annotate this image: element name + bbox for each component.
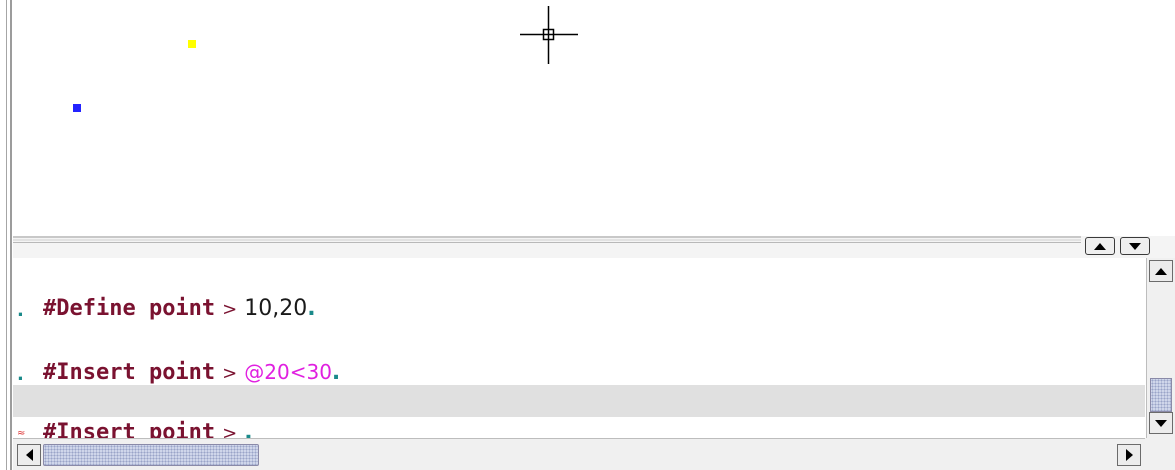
horizontal-scroll-thumb[interactable]	[43, 444, 259, 466]
scroll-down-button[interactable]	[1149, 412, 1173, 434]
command-splitter[interactable]	[13, 236, 1175, 258]
scroll-right-button[interactable]	[1117, 444, 1141, 466]
triangle-down-icon	[1129, 242, 1141, 250]
cursor-mark-icon: ≈	[17, 428, 26, 439]
vertical-scrollbar[interactable]	[1146, 258, 1175, 438]
command-prompt: #Insert point	[42, 360, 216, 385]
expand-history-button[interactable]	[1085, 237, 1115, 255]
blue-point[interactable]	[73, 104, 81, 112]
prompt-separator: >	[222, 299, 238, 320]
active-command-line[interactable]: #Insert point > .	[13, 385, 1145, 438]
vertical-scroll-thumb[interactable]	[1150, 378, 1172, 412]
horizontal-scrollbar[interactable]	[13, 438, 1145, 470]
scroll-left-button[interactable]	[17, 444, 41, 466]
crosshair-pickbox-icon	[520, 6, 578, 64]
arrow-up-icon	[1155, 267, 1167, 275]
edge-line	[10, 0, 12, 470]
drawing-canvas[interactable]	[13, 0, 1175, 236]
scroll-up-button[interactable]	[1149, 260, 1173, 282]
triangle-up-icon	[1094, 242, 1106, 250]
command-terminator: .	[307, 296, 316, 321]
command-prompt: #Define point	[42, 296, 216, 321]
command-line: #Insert point > @20<30.	[15, 324, 340, 385]
arrow-left-icon	[25, 449, 33, 461]
splitter-rule	[13, 242, 1081, 243]
splitter-rule	[13, 239, 1081, 241]
yellow-point[interactable]	[188, 40, 196, 48]
prompt-separator: >	[222, 423, 238, 438]
arrow-down-icon	[1155, 419, 1167, 427]
command-value: @20<30	[244, 360, 332, 384]
prompt-separator: >	[222, 363, 238, 384]
splitter-rule	[13, 236, 1081, 238]
command-terminator: .	[331, 360, 341, 385]
command-terminator: .	[244, 420, 253, 438]
echo-dot: .	[17, 364, 24, 385]
echo-dot: .	[17, 300, 24, 321]
edge-line	[6, 0, 7, 470]
command-history[interactable]: #Define point > 10,20. . #Insert point >…	[13, 258, 1145, 438]
scrollbar-corner	[1145, 438, 1175, 470]
command-prompt: #Insert point	[42, 420, 216, 438]
window-left-edge	[0, 0, 13, 470]
arrow-right-icon	[1125, 449, 1133, 461]
command-line: #Define point > 10,20.	[15, 261, 316, 321]
command-value: 10,20	[244, 296, 308, 321]
collapse-history-button[interactable]	[1120, 237, 1150, 255]
